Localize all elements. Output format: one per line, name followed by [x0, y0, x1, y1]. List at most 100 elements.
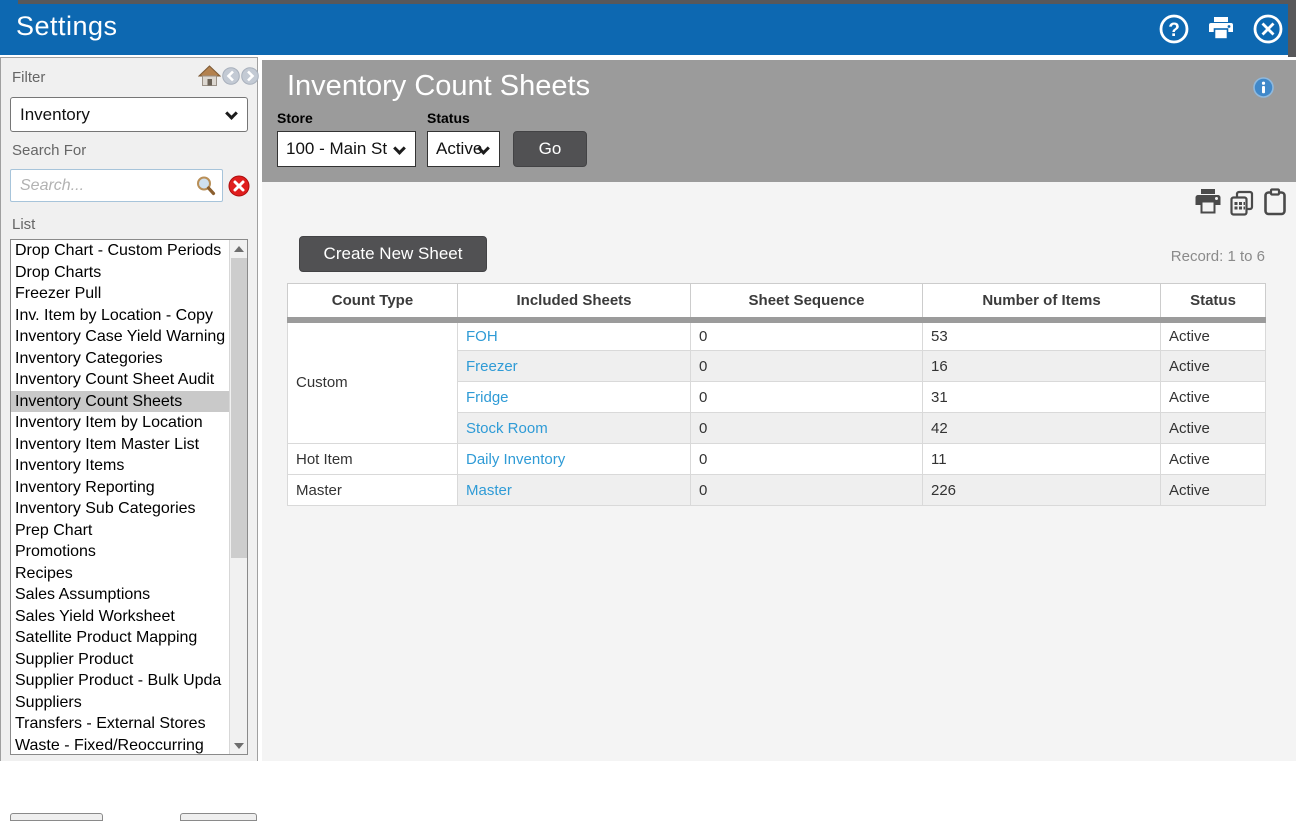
- column-header: Count Type: [288, 284, 458, 320]
- status-cell: Active: [1161, 351, 1266, 382]
- list-item[interactable]: Recipes: [11, 563, 230, 585]
- list-item[interactable]: Freezer Pull: [11, 283, 230, 305]
- store-select[interactable]: 100 - Main St: [277, 131, 416, 167]
- number-of-items-cell: 53: [923, 320, 1161, 351]
- go-button[interactable]: Go: [513, 131, 587, 167]
- list-item[interactable]: Suppliers: [11, 692, 230, 714]
- included-sheet-cell: Fridge: [458, 382, 691, 413]
- list-item[interactable]: Inventory Items: [11, 455, 230, 477]
- partial-button-left[interactable]: [10, 813, 103, 821]
- list-item[interactable]: Waste - Fixed/Reoccurring: [11, 735, 230, 756]
- chevron-down-icon: [225, 107, 238, 120]
- list-item[interactable]: Inventory Item by Location: [11, 412, 230, 434]
- search-for-label: Search For: [12, 142, 86, 159]
- list-item[interactable]: Promotions: [11, 541, 230, 563]
- column-header: Sheet Sequence: [691, 284, 923, 320]
- list-item[interactable]: Inventory Reporting: [11, 477, 230, 499]
- filter-sidebar: Filter Inventory Search For: [0, 57, 258, 761]
- close-icon[interactable]: [1252, 13, 1284, 45]
- included-sheet-cell: Freezer: [458, 351, 691, 382]
- column-header: Number of Items: [923, 284, 1161, 320]
- sheet-sequence-cell: 0: [691, 413, 923, 444]
- partial-button-right[interactable]: [180, 813, 257, 821]
- table-row: MasterMaster0226Active: [288, 475, 1266, 506]
- sheet-sequence-cell: 0: [691, 320, 923, 351]
- number-of-items-cell: 226: [923, 475, 1161, 506]
- included-sheet-cell: Master: [458, 475, 691, 506]
- store-value: 100 - Main St: [286, 139, 387, 158]
- included-sheet-cell: FOH: [458, 320, 691, 351]
- info-icon[interactable]: [1253, 77, 1274, 98]
- sheet-link[interactable]: Master: [466, 482, 512, 499]
- scroll-up-icon[interactable]: [230, 240, 248, 257]
- column-header: Status: [1161, 284, 1266, 320]
- status-label: Status: [427, 110, 470, 126]
- list-item[interactable]: Supplier Product: [11, 649, 230, 671]
- list-item[interactable]: Sales Yield Worksheet: [11, 606, 230, 628]
- list-item[interactable]: Inventory Case Yield Warning: [11, 326, 230, 348]
- sheet-link[interactable]: Freezer: [466, 358, 518, 375]
- main-header: Inventory Count Sheets Store 100 - Main …: [262, 60, 1296, 182]
- number-of-items-cell: 31: [923, 382, 1161, 413]
- sheet-link[interactable]: Stock Room: [466, 420, 548, 437]
- chevron-down-icon: [393, 142, 406, 155]
- list-item[interactable]: Inventory Count Sheets: [11, 391, 230, 413]
- search-icon[interactable]: [195, 175, 217, 197]
- list-item[interactable]: Inventory Count Sheet Audit: [11, 369, 230, 391]
- sheet-link[interactable]: Fridge: [466, 389, 509, 406]
- included-sheet-cell: Daily Inventory: [458, 444, 691, 475]
- status-select[interactable]: Active: [427, 131, 500, 167]
- svg-text:?: ?: [1168, 20, 1180, 41]
- list-label: List: [12, 216, 35, 233]
- list-item[interactable]: Drop Charts: [11, 262, 230, 284]
- home-icon[interactable]: [198, 65, 221, 92]
- column-header: Included Sheets: [458, 284, 691, 320]
- titlebar: Settings ?: [0, 0, 1296, 55]
- number-of-items-cell: 11: [923, 444, 1161, 475]
- count-type-cell: Master: [288, 475, 458, 506]
- list-item[interactable]: Inventory Sub Categories: [11, 498, 230, 520]
- included-sheet-cell: Stock Room: [458, 413, 691, 444]
- list-item[interactable]: Transfers - External Stores: [11, 713, 230, 735]
- sheet-sequence-cell: 0: [691, 351, 923, 382]
- table-row: CustomFOH053Active: [288, 320, 1266, 351]
- forward-icon[interactable]: [241, 67, 259, 90]
- create-new-sheet-button[interactable]: Create New Sheet: [299, 236, 487, 272]
- list-item[interactable]: Supplier Product - Bulk Upda: [11, 670, 230, 692]
- sheet-link[interactable]: Daily Inventory: [466, 451, 565, 468]
- list-item[interactable]: Satellite Product Mapping: [11, 627, 230, 649]
- filter-category-select[interactable]: Inventory: [10, 97, 248, 132]
- store-label: Store: [277, 110, 313, 126]
- list-item[interactable]: Sales Assumptions: [11, 584, 230, 606]
- list-scrollbar[interactable]: [229, 240, 247, 754]
- sheet-sequence-cell: 0: [691, 382, 923, 413]
- status-value: Active: [436, 139, 482, 158]
- sheet-link[interactable]: FOH: [466, 328, 498, 345]
- list-item[interactable]: Inv. Item by Location - Copy: [11, 305, 230, 327]
- clear-search-icon[interactable]: [228, 175, 250, 197]
- print-icon[interactable]: [1193, 188, 1223, 221]
- clipboard-icon[interactable]: [1262, 188, 1288, 221]
- print-icon[interactable]: [1205, 13, 1237, 45]
- page-title: Settings: [16, 11, 118, 42]
- search-input[interactable]: [10, 169, 223, 202]
- list-item[interactable]: Inventory Categories: [11, 348, 230, 370]
- status-cell: Active: [1161, 444, 1266, 475]
- settings-list: Drop Chart - Custom PeriodsDrop ChartsFr…: [10, 239, 248, 755]
- copy-icon[interactable]: [1228, 190, 1256, 223]
- sheet-sequence-cell: 0: [691, 444, 923, 475]
- count-type-cell: Hot Item: [288, 444, 458, 475]
- number-of-items-cell: 42: [923, 413, 1161, 444]
- window-frame-right: [1288, 0, 1296, 57]
- scroll-down-icon[interactable]: [230, 737, 248, 754]
- back-icon[interactable]: [222, 67, 240, 90]
- list-item[interactable]: Prep Chart: [11, 520, 230, 542]
- scrollbar-thumb[interactable]: [231, 258, 247, 558]
- main-title: Inventory Count Sheets: [287, 70, 590, 103]
- count-sheets-table: Count TypeIncluded SheetsSheet SequenceN…: [287, 283, 1266, 506]
- filter-label: Filter: [12, 69, 45, 86]
- status-cell: Active: [1161, 475, 1266, 506]
- list-item[interactable]: Drop Chart - Custom Periods: [11, 240, 230, 262]
- list-item[interactable]: Inventory Item Master List: [11, 434, 230, 456]
- help-icon[interactable]: ?: [1158, 13, 1190, 45]
